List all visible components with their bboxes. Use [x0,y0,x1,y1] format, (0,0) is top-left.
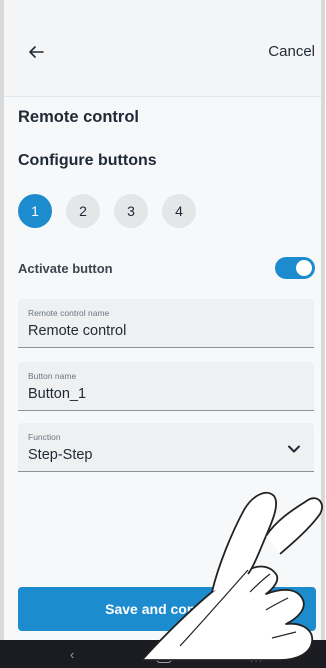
step-2-button[interactable]: 2 [66,194,100,228]
chevron-down-icon [286,441,302,457]
activate-button-label: Activate button [18,261,113,276]
section-subtitle: Configure buttons [18,152,157,169]
function-select[interactable]: Function Step-Step [18,423,314,472]
app-screen: Cancel Remote control Configure buttons … [4,0,321,640]
function-value: Step-Step [28,447,93,463]
button-name-value: Button_1 [28,386,87,402]
function-label: Function [28,432,61,442]
nav-home-icon[interactable] [156,647,172,663]
save-and-continue-button[interactable]: Save and continue [18,587,316,631]
step-4-button[interactable]: 4 [162,194,196,228]
page-title: Remote control [18,108,140,126]
button-name-field[interactable]: Button name Button_1 [18,362,314,411]
button-name-label: Button name [28,371,77,381]
top-bar: Cancel [4,0,321,97]
button-steps: 1 2 3 4 [18,194,196,228]
remote-name-field[interactable]: Remote control name Remote control [18,299,314,348]
remote-name-value: Remote control [28,323,127,339]
arrow-left-icon[interactable] [24,40,48,64]
toggle-knob [296,260,312,276]
step-3-button[interactable]: 3 [114,194,148,228]
system-nav-bar: ‹ ||| [0,640,326,668]
remote-name-label: Remote control name [28,308,110,318]
cancel-button[interactable]: Cancel [268,43,315,60]
activate-button-toggle[interactable] [275,257,315,279]
nav-recent-apps-icon[interactable]: ||| [250,647,263,662]
nav-back-icon[interactable]: ‹ [70,647,74,662]
frame-edge-right [321,0,325,668]
step-1-button[interactable]: 1 [18,194,52,228]
